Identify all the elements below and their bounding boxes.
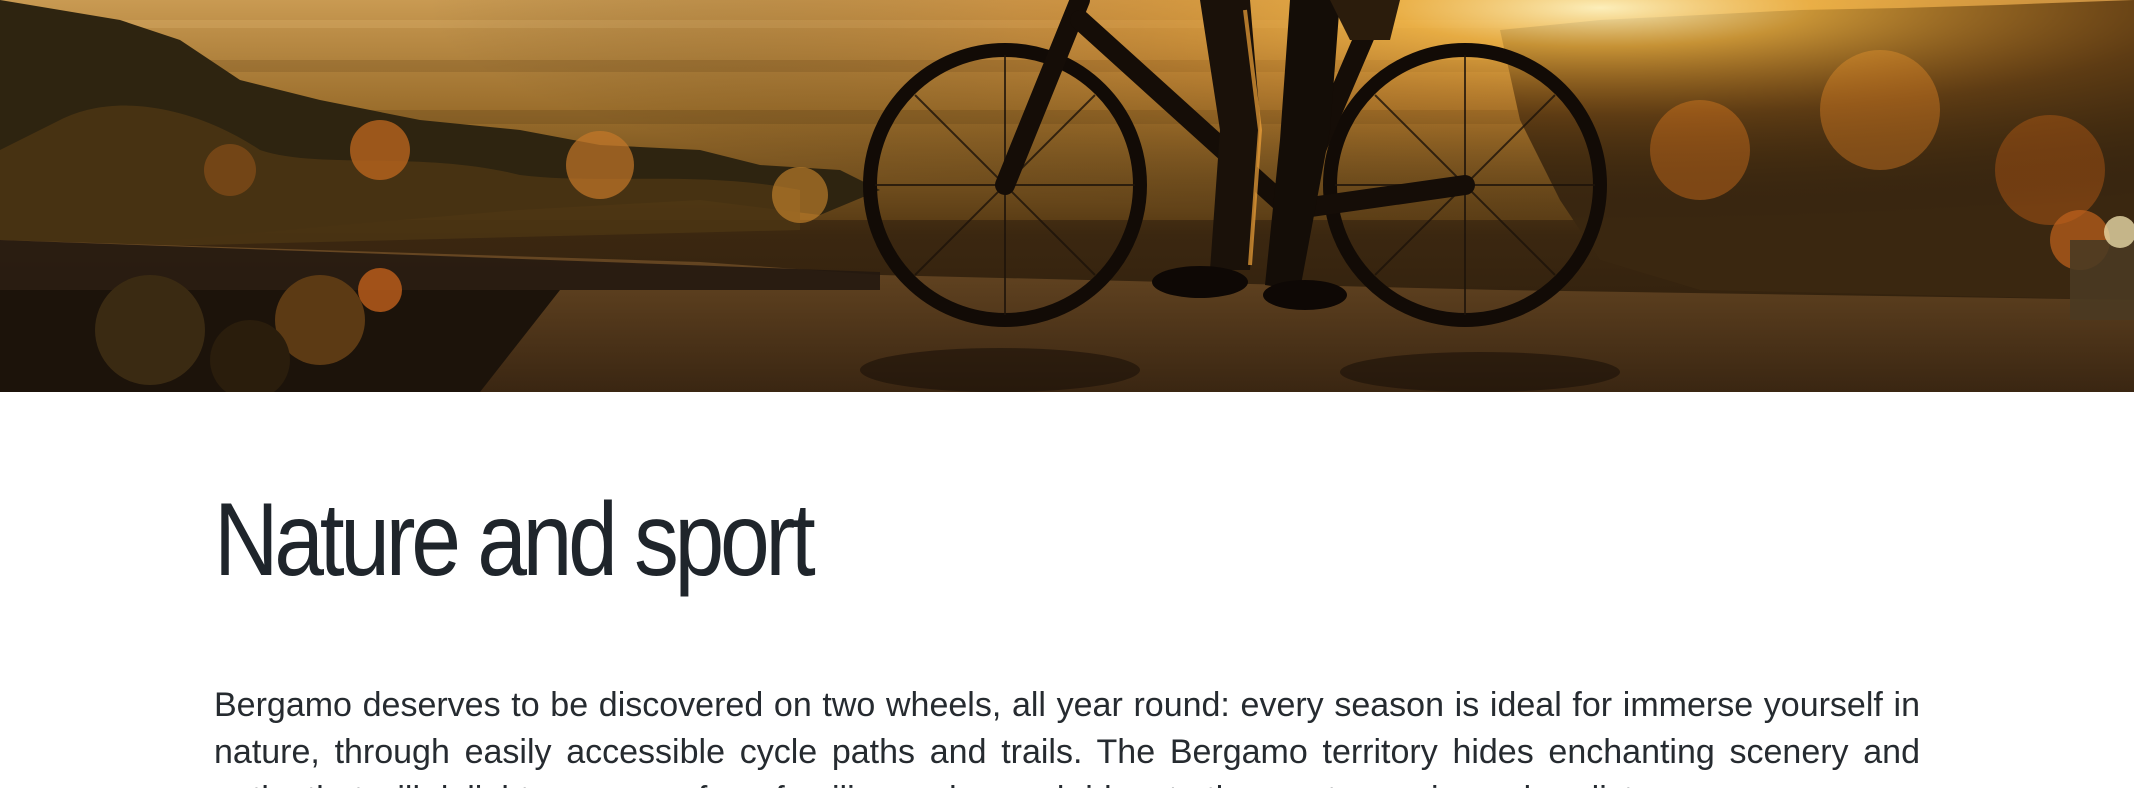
hero-image xyxy=(0,0,2134,392)
hero-illustration xyxy=(0,0,2134,392)
section-title: Nature and sport xyxy=(214,482,816,598)
page: Nature and sport Bergamo deserves to be … xyxy=(0,0,2134,788)
section-paragraph: Bergamo deserves to be discovered on two… xyxy=(214,686,1920,788)
